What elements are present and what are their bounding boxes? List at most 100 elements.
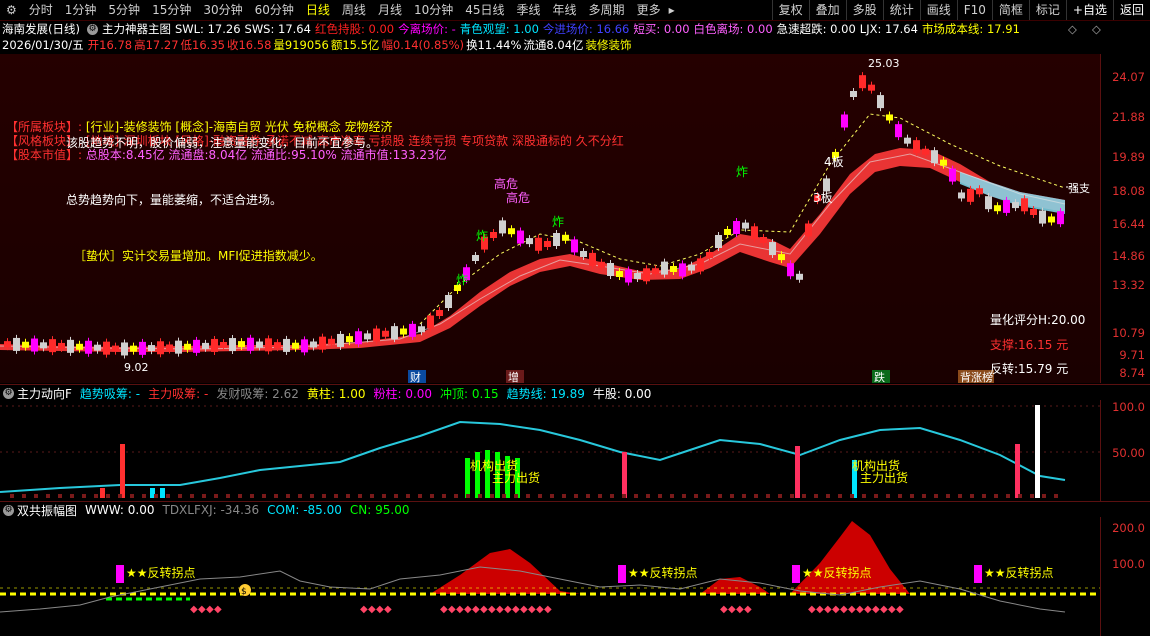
menu-gear-icon[interactable]: ⚙ xyxy=(0,0,23,20)
period-tab-45day[interactable]: 45日线 xyxy=(459,0,510,20)
diamond-icon-2[interactable]: ◇ xyxy=(1092,22,1101,36)
indicator-tick xyxy=(538,494,542,498)
diamond-icon: ◆ xyxy=(536,604,544,615)
panel1-axis: 100.0 50.00 xyxy=(1100,400,1150,501)
period-tab-more[interactable]: 更多 xyxy=(631,0,667,20)
quote-amplitude: 幅0.14(0.85%) xyxy=(381,38,465,52)
back-button[interactable]: 返回 xyxy=(1112,0,1150,20)
period-tab-weekly[interactable]: 周线 xyxy=(336,0,372,20)
indicator-tick xyxy=(178,494,182,498)
overlay-button[interactable]: 叠加 xyxy=(808,0,846,20)
diamond-icon: ◆ xyxy=(376,604,384,615)
indicator-tick xyxy=(394,494,398,498)
period-tab-year[interactable]: 年线 xyxy=(547,0,583,20)
resonance-panel[interactable]: ◆ ◆ ◆ ◆ ◆ ◆ ◆ ◆ ◆ ◆ ◆ ◆ ◆ ◆ ◆ ◆ ◆ ◆ ◆ ◆ ◆ ◆ ◆ ◆ ◆ ◆ ◆ ◆ ◆ ◆ ◆ ◆ ◆ ◆ ◆ ◆ ◆ ◆ ★… xyxy=(0,517,1100,636)
multi-stock-button[interactable]: 多股 xyxy=(845,0,883,20)
indicator-tick xyxy=(22,494,26,498)
period-tab-quarter[interactable]: 季线 xyxy=(511,0,547,20)
simple-frame-button[interactable]: 简框 xyxy=(991,0,1029,20)
indicator-tick xyxy=(46,494,50,498)
period-tab-1min[interactable]: 1分钟 xyxy=(59,0,103,20)
panel1-huang: 黄柱: 1.00 xyxy=(306,386,366,401)
diamond-icon: ◆ xyxy=(528,604,536,615)
cost-line-value: 市场成本线: 17.91 xyxy=(921,22,1020,36)
diamond-icon: ◆ xyxy=(198,604,206,615)
period-tab-60min[interactable]: 60分钟 xyxy=(249,0,300,20)
indicator-tick xyxy=(838,494,842,498)
diamond-icon: ◆ xyxy=(872,604,880,615)
indicator-tick xyxy=(34,494,38,498)
period-tab-monthly[interactable]: 月线 xyxy=(372,0,408,20)
diamond-icon: ◆ xyxy=(368,604,376,615)
main-force-panel[interactable]: 机构出货 主力出货 机构出货 主力出货 xyxy=(0,400,1100,501)
indicator-tick xyxy=(1018,494,1022,498)
reversal-price: 反转:15.79 元 xyxy=(990,362,1069,376)
zha-label-4: 炸 xyxy=(736,165,748,179)
main-indicator-name[interactable]: 主力神器主图 xyxy=(102,21,171,37)
money-bag-symbol: $ xyxy=(241,587,247,597)
indicator-tick xyxy=(346,494,350,498)
board3-label: 3板 xyxy=(813,191,833,205)
diamond-icon: ◆ xyxy=(456,604,464,615)
add-watchlist-button[interactable]: +自选 xyxy=(1065,0,1113,20)
flag-block-4 xyxy=(974,565,982,583)
indicator-bar xyxy=(1015,444,1020,498)
period-tab-multi[interactable]: 多周期 xyxy=(583,0,631,20)
indicator-settings-icon[interactable]: ⚙ xyxy=(86,23,98,35)
indicator-tick xyxy=(718,494,722,498)
diamond-icon: ◆ xyxy=(214,604,222,615)
indicator-tick xyxy=(778,494,782,498)
reversal-flag-2: ★★反转拐点 xyxy=(628,565,698,580)
indicator-tick xyxy=(562,494,566,498)
indicator-tick xyxy=(382,494,386,498)
ytick: 24.07 xyxy=(1112,70,1145,84)
ytick: 8.74 xyxy=(1119,366,1145,380)
panel1-title[interactable]: 主力动向F xyxy=(17,385,72,402)
main-kline-chart[interactable]: 25.03 9.02 高危 高危 炸 炸 炸 炸 4板 3板 强支 财 增 跌 … xyxy=(0,54,1100,383)
indicator-tick xyxy=(1030,494,1034,498)
period-tab-daily[interactable]: 日线 xyxy=(300,0,336,20)
label-zhuli-1: 主力出货 xyxy=(492,470,540,485)
ytick: 13.32 xyxy=(1112,278,1145,292)
indicator-tick xyxy=(502,494,506,498)
period-tab-10min[interactable]: 10分钟 xyxy=(408,0,459,20)
indicator-tick xyxy=(190,494,194,498)
statistics-button[interactable]: 统计 xyxy=(882,0,920,20)
panel1-settings-icon[interactable]: ⚙ xyxy=(3,387,14,399)
reversal-flag-4: ★★反转拐点 xyxy=(984,565,1054,580)
flag-block-3 xyxy=(792,565,800,583)
more-chevron-icon[interactable]: ▸ xyxy=(667,0,677,20)
event-die: 跌 xyxy=(874,370,885,383)
indicator-bar xyxy=(485,450,490,498)
indicator-tick xyxy=(526,494,530,498)
gaowei-label-2: 高危 xyxy=(506,190,530,205)
period-tab-5min[interactable]: 5分钟 xyxy=(102,0,146,20)
indicator-tick xyxy=(922,494,926,498)
indicator-tick xyxy=(634,494,638,498)
period-tab-fenshi[interactable]: 分时 xyxy=(23,0,59,20)
diamond-icon: ◆ xyxy=(448,604,456,615)
indicator-tick xyxy=(442,494,446,498)
diamond-icon[interactable]: ◇ xyxy=(1068,22,1077,36)
diamond-icon: ◆ xyxy=(512,604,520,615)
period-tab-30min[interactable]: 30分钟 xyxy=(197,0,248,20)
indicator-tick xyxy=(418,494,422,498)
diamond-icon: ◆ xyxy=(848,604,856,615)
indicator-tick xyxy=(514,494,518,498)
fuquan-button[interactable]: 复权 xyxy=(771,0,809,20)
indicator-tick xyxy=(490,494,494,498)
draw-line-button[interactable]: 画线 xyxy=(919,0,957,20)
diamond-icon: ◆ xyxy=(824,604,832,615)
panel2-title[interactable]: 双共振幅图 xyxy=(17,502,77,519)
panel2-settings-icon[interactable]: ⚙ xyxy=(3,504,14,516)
period-tab-15min[interactable]: 15分钟 xyxy=(146,0,197,20)
quote-amount: 额15.5亿 xyxy=(330,38,380,52)
note-momentum: 总势趋势向下，量能萎缩，不适合进场。 xyxy=(66,193,283,207)
f10-button[interactable]: F10 xyxy=(956,0,992,20)
indicator-bar xyxy=(100,488,105,498)
indicator-tick xyxy=(586,494,590,498)
diamond-icon: ◆ xyxy=(504,604,512,615)
mark-button[interactable]: 标记 xyxy=(1028,0,1066,20)
panel1-facai: 发财吸筹: 2.62 xyxy=(216,386,299,401)
diamond-icon: ◆ xyxy=(864,604,872,615)
